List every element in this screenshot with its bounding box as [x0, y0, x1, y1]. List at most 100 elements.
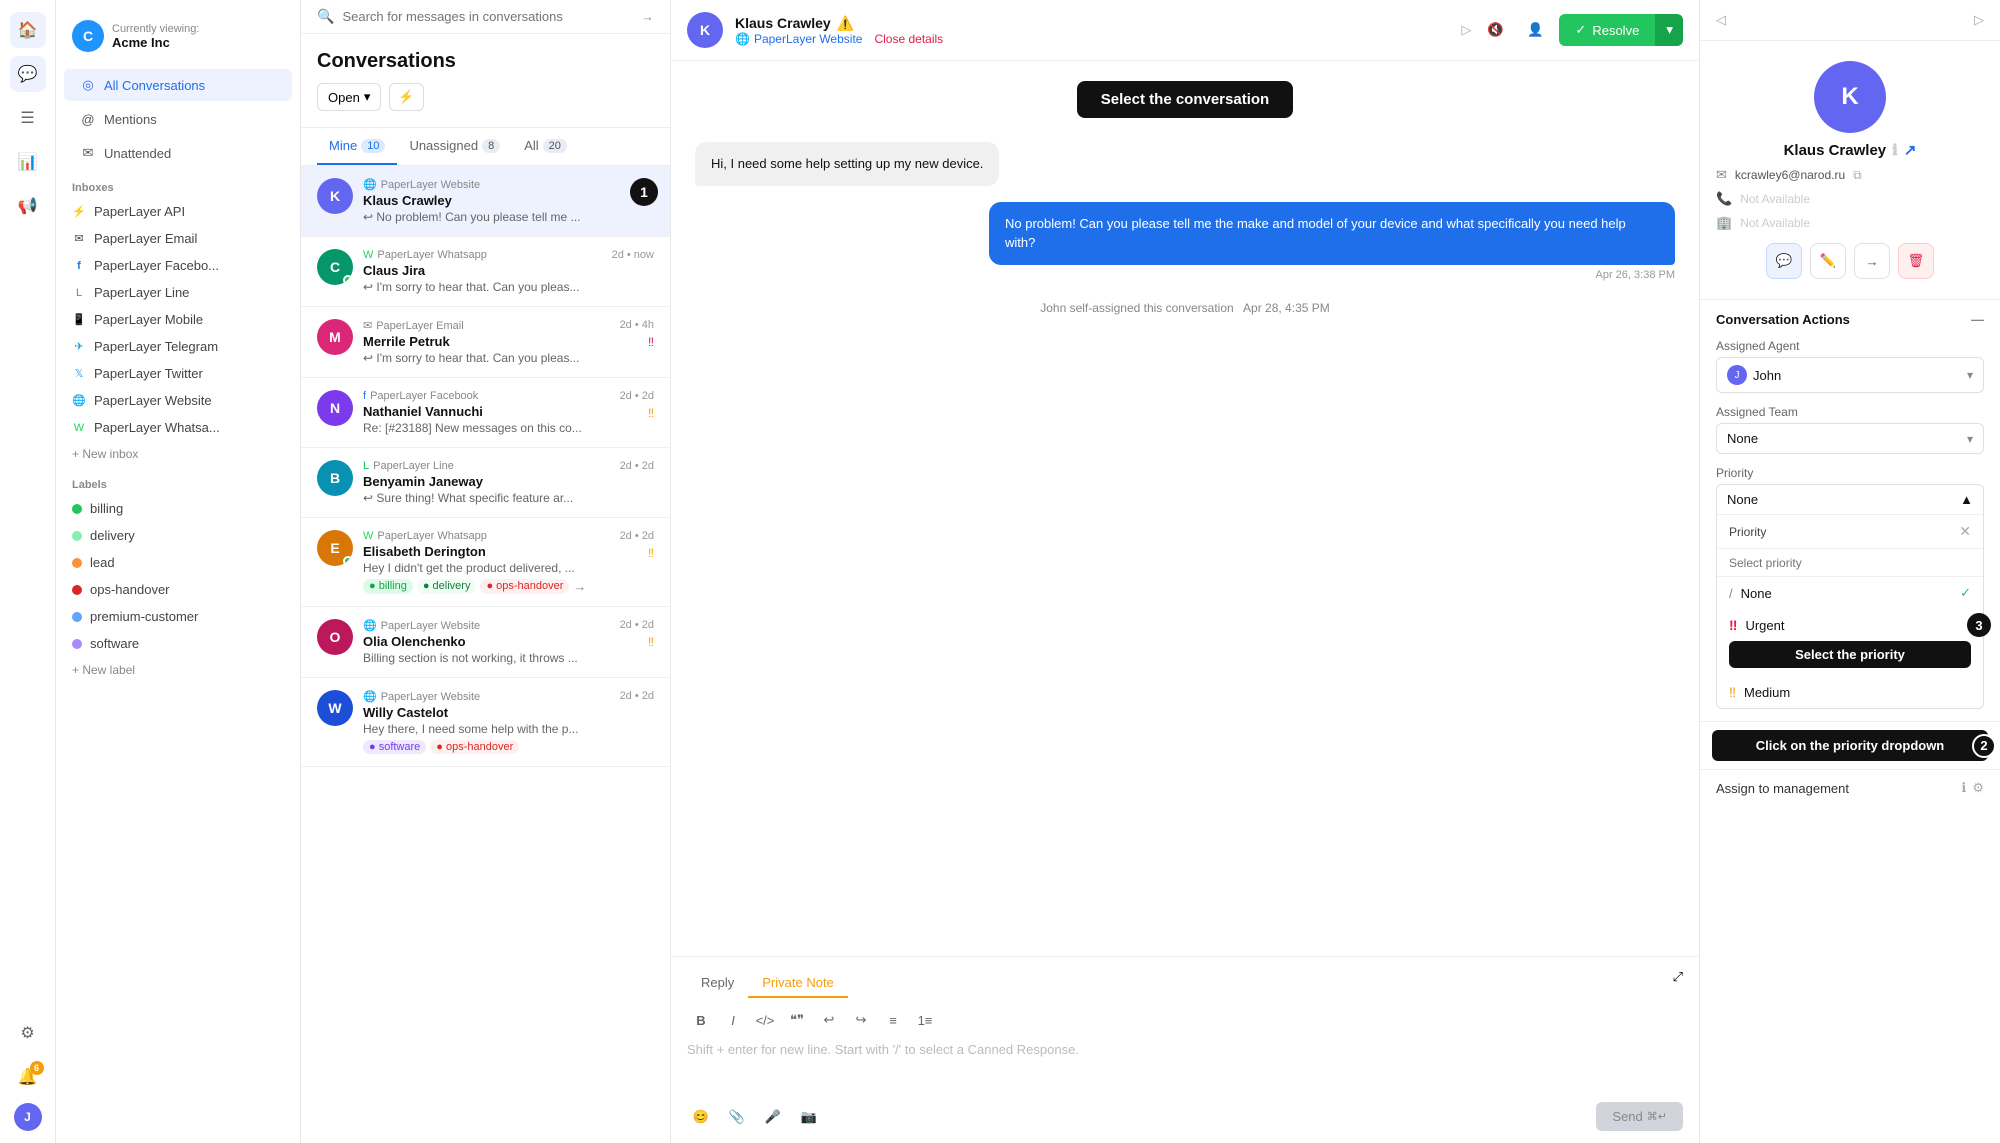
- urgent-priority-icon: ‼: [1729, 617, 1737, 633]
- label-premium-customer[interactable]: premium-customer: [56, 603, 300, 630]
- composer-tab-reply[interactable]: Reply: [687, 969, 748, 998]
- assigned-agent-dropdown[interactable]: J John ▾: [1716, 357, 1984, 393]
- conv-item-5[interactable]: B L PaperLayer Line Benyamin Janeway ↩ S…: [301, 448, 670, 518]
- section-collapse-icon[interactable]: —: [1971, 312, 1984, 327]
- sidebar-item-all-conversations[interactable]: ◎ All Conversations: [64, 69, 292, 101]
- audio-button[interactable]: 🎤: [759, 1103, 787, 1131]
- agent-field-inner: J John: [1727, 365, 1781, 385]
- priority-option-urgent[interactable]: ‼ Urgent 3: [1717, 609, 1983, 641]
- redo-button[interactable]: ↪: [847, 1006, 875, 1034]
- label-billing-text: billing: [90, 501, 123, 516]
- sidebar-inbox-telegram[interactable]: ✈ PaperLayer Telegram: [56, 333, 300, 360]
- sidebar-inbox-twitter-label: PaperLayer Twitter: [94, 366, 203, 381]
- conv-item-3[interactable]: M ✉ PaperLayer Email Merrile Petruk ↩ I'…: [301, 307, 670, 378]
- sidebar-item-unattended[interactable]: ✉ Unattended: [64, 137, 292, 169]
- conv-item-8[interactable]: W 🌐 PaperLayer Website Willy Castelot He…: [301, 678, 670, 767]
- filter-button[interactable]: ⚡: [389, 83, 423, 111]
- sidebar-inbox-twitter[interactable]: 𝕏 PaperLayer Twitter: [56, 360, 300, 387]
- quote-button[interactable]: ❝❞: [783, 1006, 811, 1034]
- tab-all[interactable]: All 20: [512, 128, 579, 165]
- assign-management-row[interactable]: Assign to management ℹ ⚙: [1700, 769, 2000, 806]
- new-conv-button[interactable]: 💬: [1766, 243, 1802, 279]
- composer-area[interactable]: Shift + enter for new line. Start with '…: [687, 1034, 1683, 1094]
- label-ops-handover[interactable]: ops-handover: [56, 576, 300, 603]
- label-lead[interactable]: lead: [56, 549, 300, 576]
- copy-email-icon[interactable]: ⧉: [1853, 168, 1862, 183]
- sidebar-inbox-email[interactable]: ✉ PaperLayer Email: [56, 225, 300, 252]
- tab-unassigned[interactable]: Unassigned 8: [397, 128, 512, 165]
- label-software[interactable]: software: [56, 630, 300, 657]
- delete-contact-button[interactable]: 🗑: [1898, 243, 1934, 279]
- expand-icon: ▷: [1461, 22, 1471, 38]
- sidebar-inbox-website[interactable]: 🌐 PaperLayer Website: [56, 387, 300, 414]
- email-contact-button[interactable]: →: [1854, 243, 1890, 279]
- notifications-nav-icon[interactable]: 🔔 6: [10, 1059, 46, 1095]
- composer-expand-icon[interactable]: ⤢: [1673, 969, 1683, 998]
- video-button[interactable]: 📷: [795, 1103, 823, 1131]
- conv-name-4: Nathaniel Vannuchi: [363, 404, 610, 419]
- sidebar-item-mentions[interactable]: @ Mentions: [64, 103, 292, 135]
- edit-contact-button[interactable]: ✏️: [1810, 243, 1846, 279]
- conversations-panel: 🔍 → Conversations Open ▾ ⚡ Mine 10 Unass…: [301, 0, 671, 1143]
- resolve-arrow-button[interactable]: ▾: [1655, 14, 1683, 46]
- sidebar-inbox-mobile[interactable]: 📱 PaperLayer Mobile: [56, 306, 300, 333]
- new-inbox-button[interactable]: + New inbox: [56, 441, 300, 467]
- reports-nav-icon[interactable]: 📊: [10, 144, 46, 180]
- conv-item-1[interactable]: K 🌐 PaperLayer Website Klaus Crawley ↩ N…: [301, 166, 670, 237]
- external-link-icon[interactable]: ↗: [1904, 141, 1917, 159]
- priority-chevron-icon: ▲: [1960, 492, 1973, 507]
- conv-body-7: 🌐 PaperLayer Website Olia Olenchenko Bil…: [363, 619, 610, 665]
- right-header-chevron-icon[interactable]: ▷: [1974, 12, 1984, 28]
- status-dropdown[interactable]: Open ▾: [317, 83, 381, 111]
- sidebar-inbox-whatsapp[interactable]: W PaperLayer Whatsa...: [56, 414, 300, 441]
- new-label-button[interactable]: + New label: [56, 657, 300, 683]
- chat-source-text: PaperLayer Website: [754, 32, 863, 46]
- assigned-team-dropdown[interactable]: None ▾: [1716, 423, 1984, 454]
- resolve-main-button[interactable]: ✓ Resolve: [1559, 14, 1655, 46]
- sidebar-inbox-line[interactable]: L PaperLayer Line: [56, 279, 300, 306]
- code-button[interactable]: </>: [751, 1006, 779, 1034]
- bold-button[interactable]: B: [687, 1006, 715, 1034]
- home-nav-icon[interactable]: 🏠: [10, 12, 46, 48]
- composer-toolbar: B I </> ❝❞ ↩ ↪ ≡ 1≡: [687, 1006, 1683, 1034]
- priority-search-input[interactable]: [1729, 556, 1971, 570]
- conv-item-2[interactable]: C W PaperLayer Whatsapp Claus Jira ↩ I'm…: [301, 237, 670, 307]
- mute-button[interactable]: 🔇: [1479, 14, 1511, 46]
- conv-source-3: ✉ PaperLayer Email: [363, 319, 610, 332]
- conv-list: K 🌐 PaperLayer Website Klaus Crawley ↩ N…: [301, 166, 670, 1143]
- contacts-nav-icon[interactable]: ☰: [10, 100, 46, 136]
- priority-close-icon[interactable]: ✕: [1959, 523, 1971, 540]
- sidebar-inbox-facebook[interactable]: f PaperLayer Facebo...: [56, 252, 300, 279]
- label-delivery[interactable]: delivery: [56, 522, 300, 549]
- chat-nav-icon[interactable]: 💬: [10, 56, 46, 92]
- ordered-list-button[interactable]: 1≡: [911, 1006, 939, 1034]
- close-details-link[interactable]: Close details: [874, 32, 943, 46]
- emoji-button[interactable]: 😊: [687, 1103, 715, 1131]
- label-billing[interactable]: billing: [56, 495, 300, 522]
- sidebar-inbox-api[interactable]: ⚡ PaperLayer API: [56, 198, 300, 225]
- assigned-team-value: None: [1727, 431, 1758, 446]
- conv-item-6[interactable]: E W PaperLayer Whatsapp Elisabeth Dering…: [301, 518, 670, 607]
- list-button[interactable]: ≡: [879, 1006, 907, 1034]
- user-avatar-bottom[interactable]: J: [14, 1103, 42, 1131]
- priority-option-none[interactable]: / None ✓: [1717, 577, 1983, 609]
- conv-item-4[interactable]: N f PaperLayer Facebook Nathaniel Vannuc…: [301, 378, 670, 448]
- priority-option-medium[interactable]: ‼ Medium: [1717, 676, 1983, 708]
- campaigns-nav-icon[interactable]: 📢: [10, 188, 46, 224]
- undo-button[interactable]: ↩: [815, 1006, 843, 1034]
- conv-item-7[interactable]: O 🌐 PaperLayer Website Olia Olenchenko B…: [301, 607, 670, 678]
- share-button[interactable]: 👤: [1519, 14, 1551, 46]
- composer-media-actions: 😊 📎 🎤 📷: [687, 1103, 823, 1131]
- attachment-button[interactable]: 📎: [723, 1103, 751, 1131]
- composer-tab-private-note[interactable]: Private Note: [748, 969, 848, 998]
- priority-dropdown-trigger[interactable]: None ▲: [1716, 484, 1984, 514]
- search-input[interactable]: [342, 9, 633, 24]
- conv-body-5: L PaperLayer Line Benyamin Janeway ↩ Sur…: [363, 460, 610, 505]
- right-header-expand-icon[interactable]: ◁: [1716, 12, 1726, 28]
- tab-mine[interactable]: Mine 10: [317, 128, 397, 165]
- italic-button[interactable]: I: [719, 1006, 747, 1034]
- send-button[interactable]: Send ⌘↵: [1596, 1102, 1683, 1131]
- assign-mgmt-settings-icon[interactable]: ⚙: [1972, 780, 1984, 796]
- settings-nav-icon[interactable]: ⚙: [10, 1015, 46, 1051]
- sidebar-inbox-api-label: PaperLayer API: [94, 204, 185, 219]
